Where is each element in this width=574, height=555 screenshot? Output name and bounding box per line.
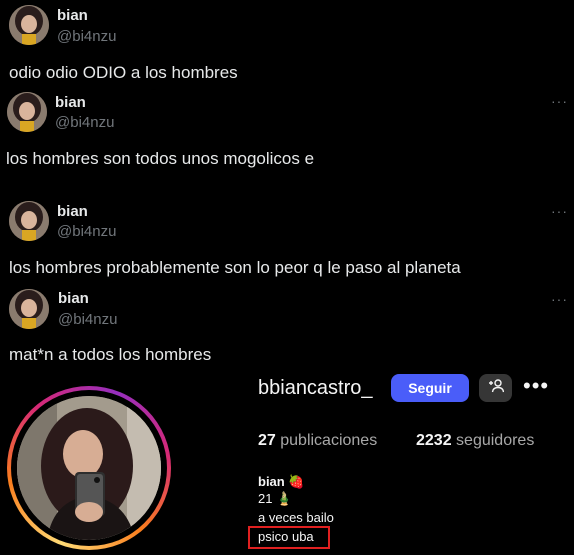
bio-display-name: bian 🍓	[258, 474, 305, 490]
bio-age: 21 🎍	[258, 491, 292, 507]
tweet-text: los hombres son todos unos mogolicos e	[6, 149, 315, 168]
strawberry-emoji: 🍓	[288, 474, 305, 489]
user-handle[interactable]: @bi4nzu	[55, 114, 114, 131]
highlight-box	[248, 526, 330, 549]
followers-label: seguidores	[456, 432, 535, 449]
more-icon[interactable]: ···	[551, 292, 568, 306]
more-icon[interactable]: ···	[551, 204, 568, 218]
bio-line: a veces bailo	[258, 510, 334, 525]
display-name[interactable]: bian	[55, 94, 86, 111]
bio-age-text: 21	[258, 491, 273, 506]
user-handle[interactable]: @bi4nzu	[57, 223, 116, 240]
more-options-icon[interactable]: •••	[523, 375, 549, 397]
avatar[interactable]	[7, 92, 47, 132]
followers-number: 2232	[416, 432, 452, 449]
avatar[interactable]	[9, 289, 49, 329]
posts-number: 27	[258, 432, 276, 449]
avatar[interactable]	[9, 5, 49, 45]
tweet[interactable]: bian @bi4nzu ··· los hombres probablemen…	[0, 196, 574, 284]
tweet-text: mat*n a todos los hombres	[9, 345, 212, 364]
tweet[interactable]: bian @bi4nzu ··· los hombres son todos u…	[0, 88, 574, 196]
posts-label: publicaciones	[280, 432, 378, 449]
avatar[interactable]	[9, 201, 49, 241]
add-friend-icon	[488, 378, 504, 398]
suggest-accounts-button[interactable]	[479, 374, 512, 402]
tweet-text: odio odio ODIO a los hombres	[9, 63, 238, 82]
followers-count[interactable]: 2232 seguidores	[416, 432, 534, 450]
tweet[interactable]: bian @bi4nzu odio odio ODIO a los hombre…	[0, 0, 574, 88]
follow-button[interactable]: Seguir	[391, 374, 469, 402]
user-handle[interactable]: @bi4nzu	[58, 311, 117, 328]
profile-username: bbiancastro_	[258, 377, 373, 399]
tweet[interactable]: bian @bi4nzu ··· mat*n a todos los hombr…	[0, 284, 574, 370]
profile-picture-ring[interactable]	[7, 386, 171, 550]
bio-name-text: bian	[258, 474, 285, 489]
bamboo-emoji: 🎍	[276, 491, 293, 506]
profile-picture-border	[11, 390, 167, 546]
tweet-text: los hombres probablemente son lo peor q …	[9, 258, 461, 277]
user-handle[interactable]: @bi4nzu	[57, 28, 116, 45]
display-name[interactable]: bian	[57, 7, 88, 24]
display-name[interactable]: bian	[58, 290, 89, 307]
more-icon[interactable]: ···	[551, 94, 568, 108]
posts-count[interactable]: 27 publicaciones	[258, 432, 377, 450]
display-name[interactable]: bian	[57, 203, 88, 220]
profile-picture[interactable]	[17, 396, 161, 540]
